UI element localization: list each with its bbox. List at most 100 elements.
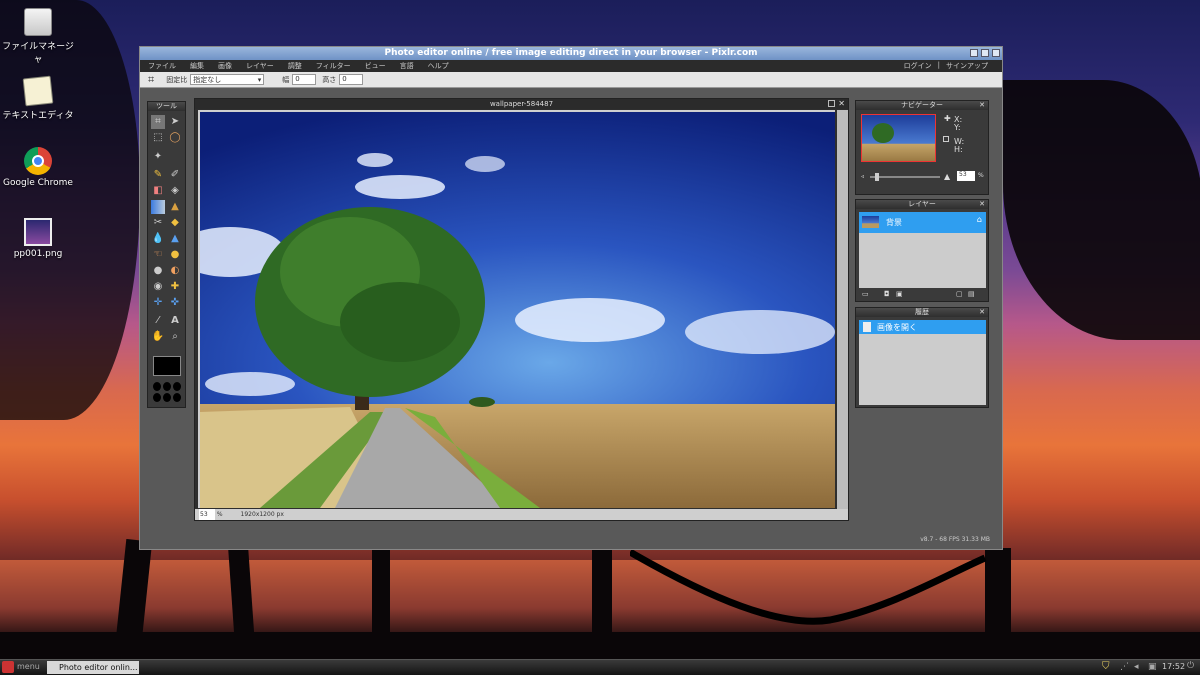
- hand-tool-icon[interactable]: ✋: [151, 330, 165, 344]
- close-icon[interactable]: ✕: [979, 101, 985, 110]
- menu-logo-icon[interactable]: [2, 661, 14, 673]
- image-titlebar[interactable]: wallpaper-584487 ✕: [195, 99, 848, 109]
- width-input[interactable]: 0: [292, 74, 317, 85]
- image-file-icon: [24, 218, 52, 246]
- desktop-icon-chrome[interactable]: Google Chrome: [0, 147, 76, 188]
- wand-tool-icon[interactable]: ✦: [151, 150, 165, 164]
- menu-file[interactable]: ファイル: [148, 61, 176, 71]
- image-canvas[interactable]: [198, 110, 835, 508]
- foreground-color-swatch[interactable]: [153, 356, 181, 376]
- image-statusbar: 53 % 1920x1200 px: [195, 509, 848, 520]
- desktop-icon-text-editor[interactable]: テキストエディタ: [0, 75, 76, 121]
- bucket-tool-icon[interactable]: ◈: [168, 184, 182, 198]
- power-icon[interactable]: ⏻: [1187, 661, 1194, 671]
- crop-tool-icon[interactable]: ⌗: [151, 115, 165, 129]
- delete-layer-icon[interactable]: ▤: [968, 290, 975, 298]
- account-links: ログイン | サインアップ: [898, 61, 988, 71]
- menu-bar: ファイル 編集 画像 レイヤー 調整 フィルター ビュー 言語 ヘルプ ログイン…: [140, 60, 1002, 72]
- history-panel: 履歴 ✕ 画像を開く: [855, 307, 989, 408]
- dodge-tool-icon[interactable]: ●: [151, 264, 165, 278]
- constrain-select[interactable]: 指定なし ▾: [190, 74, 265, 85]
- window-titlebar[interactable]: Photo editor online / free image editing…: [140, 47, 1002, 60]
- layer-row[interactable]: 背景 ⌂: [859, 212, 986, 233]
- menu-edit[interactable]: 編集: [190, 61, 204, 71]
- menu-layer[interactable]: レイヤー: [246, 61, 274, 71]
- gradient-tool-icon[interactable]: [151, 200, 165, 214]
- navigator-thumbnail[interactable]: [861, 114, 936, 162]
- display-icon[interactable]: ▣: [1148, 662, 1157, 672]
- bloat-tool-icon[interactable]: ✛: [151, 296, 165, 310]
- zoom-in-icon[interactable]: ▲: [944, 172, 950, 181]
- pinch-tool-icon[interactable]: ✜: [168, 296, 182, 310]
- maximize-button[interactable]: [981, 49, 989, 57]
- nav-h-label: H:: [954, 145, 963, 154]
- app-status: v8.7 - 68 FPS 31.33 MB: [920, 536, 990, 543]
- desktop-icon-file-manager[interactable]: ファイルマネージャ: [0, 8, 76, 65]
- eraser-tool-icon[interactable]: ◧: [151, 184, 165, 198]
- image-size: 1920x1200 px: [240, 511, 284, 518]
- taskbar-window-button[interactable]: Photo editor onlin...: [47, 661, 139, 674]
- minimize-button[interactable]: [970, 49, 978, 57]
- height-input[interactable]: 0: [339, 74, 364, 85]
- signup-link[interactable]: サインアップ: [946, 61, 988, 71]
- menu-language[interactable]: 言語: [400, 61, 414, 71]
- menu-image[interactable]: 画像: [218, 61, 232, 71]
- nav-zoom-input[interactable]: 53: [957, 171, 975, 181]
- color-replace-icon[interactable]: ✂: [151, 216, 165, 230]
- zoom-slider[interactable]: [870, 173, 940, 181]
- zoom-out-icon[interactable]: ◃: [861, 173, 864, 180]
- menu-adjust[interactable]: 調整: [288, 61, 302, 71]
- blur-tool-icon[interactable]: 💧: [151, 232, 165, 246]
- nav-zoom-unit: %: [978, 172, 984, 179]
- zoom-value: 53: [200, 511, 208, 518]
- start-menu-label[interactable]: menu: [17, 662, 40, 671]
- hammock: [630, 548, 987, 625]
- new-layer-icon[interactable]: ▢: [956, 290, 963, 298]
- vertical-scrollbar[interactable]: [837, 110, 848, 511]
- lasso-tool-icon[interactable]: ◯: [168, 131, 182, 145]
- menu-view[interactable]: ビュー: [365, 61, 386, 71]
- close-icon[interactable]: ✕: [838, 99, 845, 109]
- history-row[interactable]: 画像を開く: [859, 320, 986, 334]
- smudge-tool-icon[interactable]: ☜: [151, 248, 165, 262]
- menu-filter[interactable]: フィルター: [316, 61, 351, 71]
- zoom-slider-handle[interactable]: [875, 173, 879, 181]
- sharpen-tool-icon[interactable]: ▲: [168, 232, 182, 246]
- window-title: Photo editor online / free image editing…: [384, 48, 758, 58]
- desktop-icon-png[interactable]: pp001.png: [0, 218, 76, 259]
- pencil-tool-icon[interactable]: ✎: [151, 168, 165, 182]
- move-tool-icon[interactable]: ➤: [168, 115, 182, 129]
- zoom-tool-icon[interactable]: ⌕: [168, 330, 182, 344]
- selection-icon: [943, 136, 949, 142]
- redeye-tool-icon[interactable]: ◉: [151, 280, 165, 294]
- height-label: 高さ: [322, 75, 337, 84]
- photo-wallpaper: [200, 112, 835, 508]
- shield-icon[interactable]: ⛉: [1102, 661, 1110, 672]
- taskbar: menu Photo editor onlin... ⛉ ⋰ ◂ ▣ 17:52…: [0, 659, 1200, 675]
- zoom-input[interactable]: 53: [199, 509, 215, 520]
- color-presets[interactable]: [153, 382, 181, 402]
- maximize-icon[interactable]: [828, 100, 835, 107]
- marquee-tool-icon[interactable]: ⬚: [151, 131, 165, 145]
- close-button[interactable]: [992, 49, 1000, 57]
- layer-style-icon[interactable]: ▣: [896, 290, 903, 298]
- network-icon[interactable]: ⋰: [1120, 662, 1129, 672]
- text-tool-icon[interactable]: A: [168, 314, 182, 328]
- login-link[interactable]: ログイン: [904, 61, 932, 71]
- spot-heal-tool-icon[interactable]: ✚: [168, 280, 182, 294]
- drawing-tool-icon[interactable]: ◆: [168, 216, 182, 230]
- desktop-icon-label: Google Chrome: [3, 178, 73, 188]
- eyedropper-tool-icon[interactable]: ⁄: [151, 314, 165, 328]
- burn-tool-icon[interactable]: ◐: [168, 264, 182, 278]
- volume-icon[interactable]: ◂: [1134, 662, 1139, 672]
- menu-help[interactable]: ヘルプ: [428, 61, 449, 71]
- stamp-tool-icon[interactable]: ▲: [168, 200, 182, 214]
- layer-mask-icon[interactable]: ◘: [884, 290, 890, 298]
- layer-settings-icon[interactable]: ▭: [862, 290, 869, 298]
- history-title: 履歴 ✕: [856, 308, 988, 317]
- sponge-tool-icon[interactable]: ●: [168, 248, 182, 262]
- brush-tool-icon[interactable]: ✐: [168, 168, 182, 182]
- close-icon[interactable]: ✕: [979, 200, 985, 209]
- desktop-icon-label: テキストエディタ: [2, 111, 74, 121]
- close-icon[interactable]: ✕: [979, 308, 985, 317]
